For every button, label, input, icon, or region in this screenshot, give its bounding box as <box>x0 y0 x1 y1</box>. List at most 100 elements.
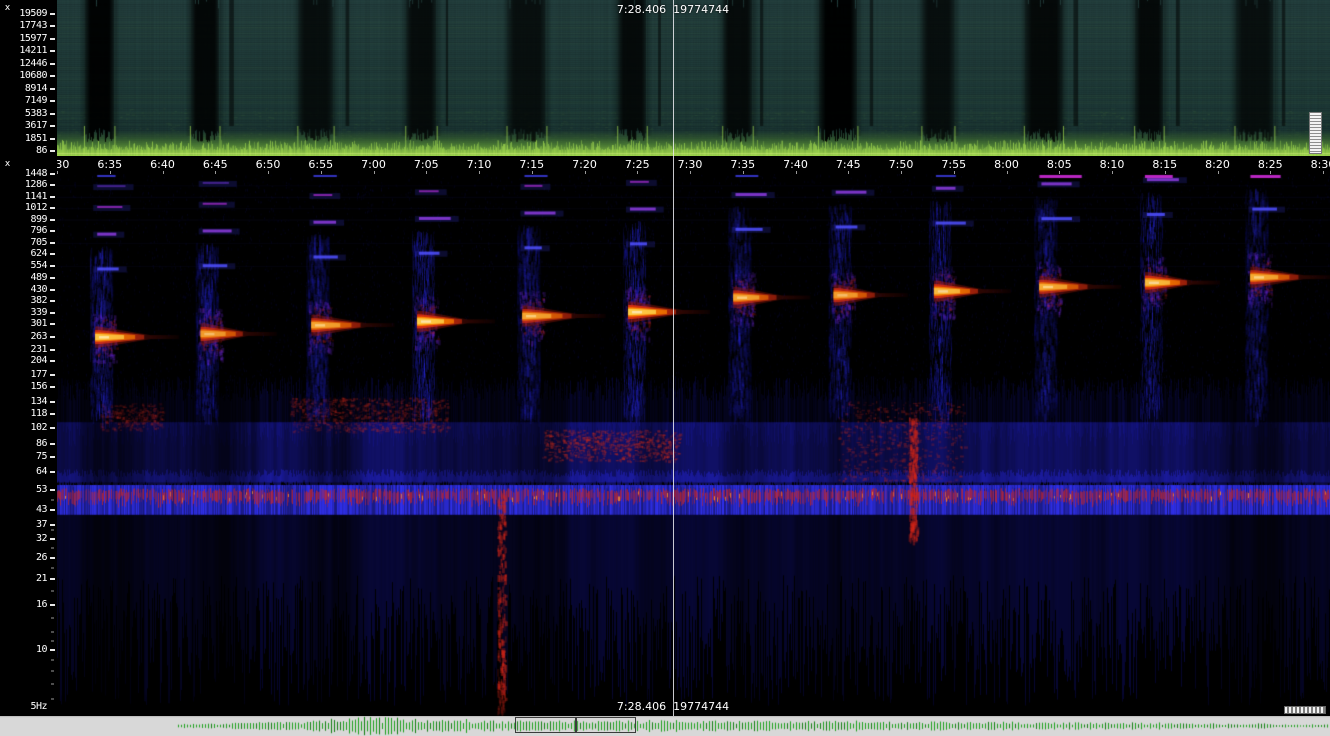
main-freq-tick <box>50 230 55 232</box>
main-freq-tick <box>50 360 55 362</box>
main-freq-tick-label: 75 <box>36 452 47 462</box>
top-freq-tick <box>50 50 55 52</box>
main-freq-tick-label: 382 <box>30 296 47 306</box>
main-freq-tick-label: 1012 <box>25 203 47 213</box>
top-freq-tick <box>50 25 55 27</box>
level-meter[interactable] <box>1309 112 1322 154</box>
top-freq-tick-label: 10680 <box>19 71 47 81</box>
time-tick <box>215 171 216 174</box>
time-tick-label: 7:50 <box>889 158 914 171</box>
main-freq-tick <box>50 253 55 255</box>
close-icon[interactable]: x <box>2 158 13 169</box>
time-tick-label: 8:15 <box>1152 158 1177 171</box>
close-icon[interactable]: x <box>2 2 13 13</box>
time-tick <box>690 171 691 174</box>
main-freq-tick <box>50 207 55 209</box>
top-spectrogram-pane: 1950917743159771421112446106808914714953… <box>0 0 1330 156</box>
top-freq-tick-label: 5383 <box>25 109 47 119</box>
spectrogram-analyzer-window: 1950917743159771421112446106808914714953… <box>0 0 1330 736</box>
main-freq-tick-label: 899 <box>30 215 47 225</box>
main-freq-tick-label: 301 <box>30 319 47 329</box>
time-tick <box>532 171 533 174</box>
time-tick <box>479 171 480 174</box>
main-freq-tick-label: 705 <box>30 238 47 248</box>
main-frequency-ruler: 5Hz 144812861141101289979670562455448943… <box>0 156 57 716</box>
main-freq-tick <box>50 489 55 491</box>
main-freq-tick <box>50 374 55 376</box>
main-freq-tick <box>50 312 55 314</box>
cursor-time-value: 7:28.406 <box>617 3 666 16</box>
overview-selection-right[interactable] <box>576 717 636 733</box>
time-tick-label: 7:15 <box>519 158 544 171</box>
overview-waveform-strip[interactable] <box>0 716 1330 736</box>
cursor-readout-bottom: 7:28.406 19774744 <box>617 700 729 713</box>
time-tick <box>796 171 797 174</box>
time-tick-label: 6:35 <box>97 158 122 171</box>
overview-selection-left[interactable] <box>515 717 576 733</box>
main-freq-minor-tick <box>51 640 54 641</box>
time-tick <box>163 171 164 174</box>
main-freq-tick <box>50 242 55 244</box>
top-freq-tick-label: 7149 <box>25 96 47 106</box>
main-freq-tick-label: 430 <box>30 285 47 295</box>
time-tick-label: 7:55 <box>941 158 966 171</box>
main-freq-minor-tick <box>51 698 54 699</box>
top-freq-tick <box>50 75 55 77</box>
main-freq-tick <box>50 524 55 526</box>
top-freq-tick-label: 14211 <box>19 46 47 56</box>
time-tick <box>374 171 375 174</box>
top-freq-tick <box>50 125 55 127</box>
main-freq-tick-label: 177 <box>30 370 47 380</box>
time-tick <box>1007 171 1008 174</box>
time-tick-label: 7:10 <box>467 158 492 171</box>
main-freq-tick <box>50 509 55 511</box>
main-freq-tick-label: 204 <box>30 356 47 366</box>
cursor-sample-value: 19774744 <box>673 700 729 713</box>
playhead-cursor-line[interactable] <box>673 0 674 716</box>
main-freq-minor-tick <box>51 568 54 569</box>
top-freq-tick <box>50 113 55 115</box>
time-tick <box>954 171 955 174</box>
main-spectrogram-canvas[interactable] <box>57 174 1330 716</box>
top-freq-tick-label: 1851 <box>25 134 47 144</box>
time-tick-label: 6:40 <box>150 158 175 171</box>
time-tick <box>585 171 586 174</box>
top-freq-tick-label: 17743 <box>19 21 47 31</box>
main-freq-tick-label: 339 <box>30 308 47 318</box>
time-tick <box>743 171 744 174</box>
main-freq-minor-tick <box>51 671 54 672</box>
top-freq-tick-label: 8914 <box>25 84 47 94</box>
time-tick-label: 7:00 <box>361 158 386 171</box>
top-spectrogram-canvas[interactable] <box>57 0 1330 156</box>
time-tick-label: 8:05 <box>1047 158 1072 171</box>
main-freq-tick-label: 32 <box>36 534 47 544</box>
main-freq-tick-label: 26 <box>36 553 47 563</box>
overview-waveform-canvas[interactable] <box>0 716 1330 736</box>
main-freq-tick-label: 16 <box>36 600 47 610</box>
main-freq-tick-label: 263 <box>30 332 47 342</box>
main-freq-tick <box>50 413 55 415</box>
main-freq-minor-tick <box>51 547 54 548</box>
main-freq-tick <box>50 277 55 279</box>
time-tick-label: 8:00 <box>994 158 1019 171</box>
main-freq-tick-label: 156 <box>30 382 47 392</box>
top-frequency-ruler: 1950917743159771421112446106808914714953… <box>0 0 57 156</box>
main-freq-tick-label: 1286 <box>25 180 47 190</box>
main-freq-tick <box>50 173 55 175</box>
top-freq-tick-label: 19509 <box>19 9 47 19</box>
top-freq-tick <box>50 63 55 65</box>
main-freq-tick-label: 489 <box>30 273 47 283</box>
time-tick-label: 8:10 <box>1100 158 1125 171</box>
main-freq-tick-label: 86 <box>36 439 47 449</box>
main-freq-minor-tick <box>51 590 54 591</box>
main-freq-minor-tick <box>51 659 54 660</box>
main-freq-tick-label: 1448 <box>25 169 47 179</box>
time-tick <box>1112 171 1113 174</box>
mini-scrollbar[interactable] <box>1284 706 1326 714</box>
time-tick-label: 6:55 <box>308 158 333 171</box>
main-freq-tick <box>50 443 55 445</box>
main-freq-minor-tick <box>51 617 54 618</box>
main-spectrogram-pane: 6:306:356:406:456:506:557:007:057:107:15… <box>0 156 1330 716</box>
cursor-sample-value: 19774744 <box>673 3 729 16</box>
main-freq-tick <box>50 323 55 325</box>
